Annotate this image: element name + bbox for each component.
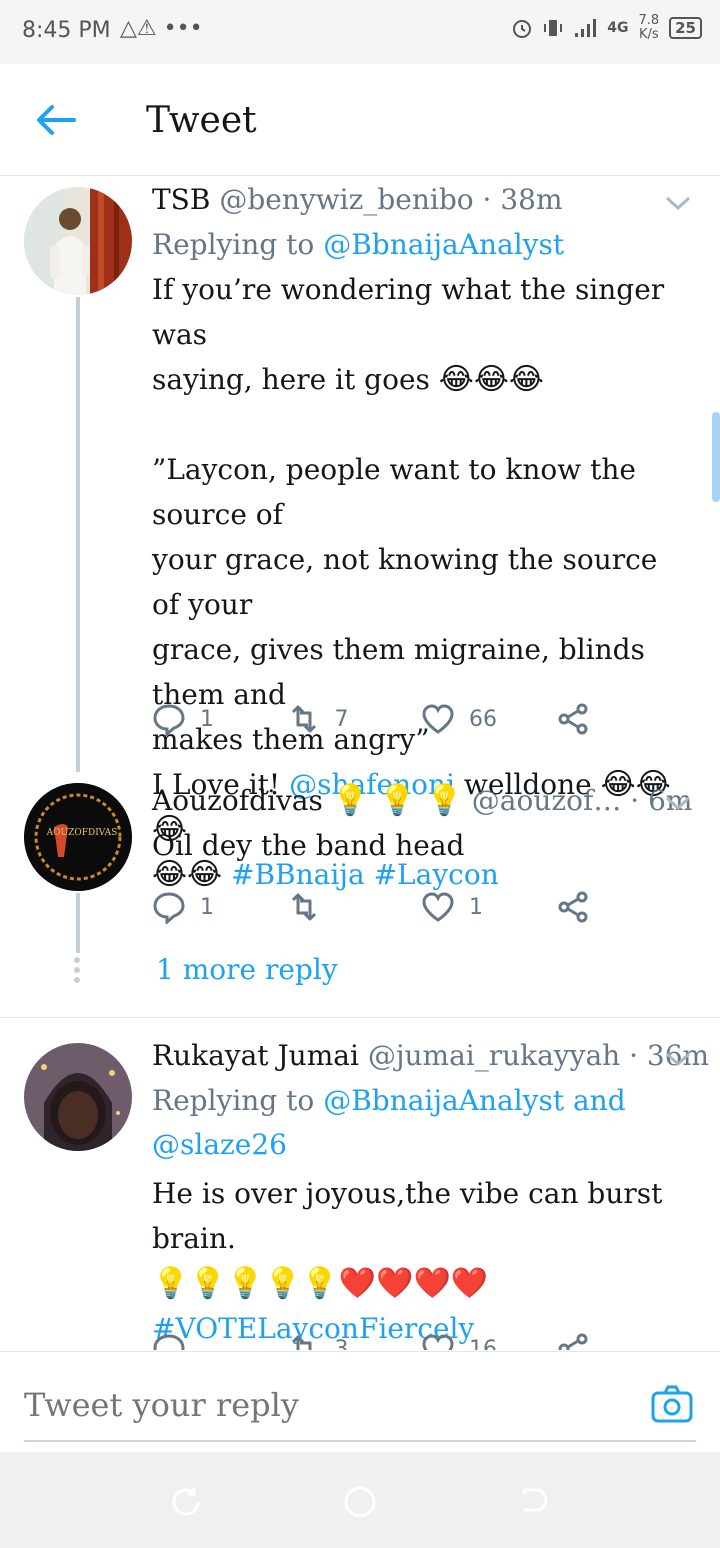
reply-count: 1 xyxy=(200,894,214,920)
retweet-button[interactable]: 7 xyxy=(287,699,422,739)
like-button[interactable]: 16 xyxy=(421,1329,556,1350)
more-replies-link[interactable]: 1 more reply xyxy=(156,953,338,986)
page-title: Tweet xyxy=(146,100,257,141)
chevron-down-icon[interactable] xyxy=(664,793,692,813)
chevron-down-icon[interactable] xyxy=(664,193,692,213)
tweet-header: TSB @benywiz_benibo · 38m xyxy=(152,183,690,223)
tweet-actions: 1 7 66 xyxy=(152,699,690,739)
tweet-header: Aouzofdivas 💡 💡 💡 @aouzof… · 6m xyxy=(152,783,692,823)
tweet-actions: 1 1 xyxy=(152,887,690,927)
mention-link[interactable]: @slaze26 xyxy=(152,1123,690,1167)
emoji-row: 💡💡💡💡💡❤️❤️❤️❤️ xyxy=(152,1266,489,1301)
share-icon xyxy=(558,1333,587,1350)
tweet-text: He is over joyous,the vibe can burst bra… xyxy=(152,1171,690,1350)
tweet-body: Rukayat Jumai @jumai_rukayyah · 36m Repl… xyxy=(152,1039,709,1350)
retweet-count: 7 xyxy=(334,706,349,732)
battery-indicator: 25 xyxy=(669,17,702,39)
avatar-logo-text: AOUZOFDIVAS xyxy=(46,828,118,838)
mention-link[interactable]: @BbnaijaAnalyst and xyxy=(323,1084,625,1117)
heart-icon xyxy=(422,892,454,922)
tweet-text: Oil dey the band head xyxy=(152,829,465,862)
tweet-feed[interactable]: TSB @benywiz_benibo · 38m Replying to @B… xyxy=(0,177,720,1350)
display-name[interactable]: Rukayat Jumai xyxy=(152,1039,359,1072)
recents-icon[interactable] xyxy=(168,1484,204,1520)
heart-icon xyxy=(422,704,454,734)
status-time: 8:45 PM xyxy=(22,18,111,43)
user-handle[interactable]: @jumai_rukayyah xyxy=(368,1039,620,1072)
tweet-header: Rukayat Jumai @jumai_rukayyah · 36m xyxy=(152,1039,709,1079)
retweet-icon xyxy=(291,893,316,921)
like-button[interactable]: 66 xyxy=(421,699,556,739)
signal-icon xyxy=(575,19,597,37)
like-count: 66 xyxy=(469,706,497,732)
retweet-count: 3 xyxy=(334,1336,349,1351)
reply-underline xyxy=(24,1440,696,1442)
reply-button[interactable]: 1 xyxy=(152,699,287,739)
back-arrow-icon[interactable] xyxy=(34,102,78,138)
system-nav-bar xyxy=(0,1452,720,1548)
camera-icon[interactable] xyxy=(650,1384,694,1424)
tweet-time: · 38m xyxy=(482,183,563,216)
more-dots xyxy=(74,957,82,987)
vibrate-icon xyxy=(544,20,563,36)
avatar[interactable] xyxy=(24,187,132,295)
share-button[interactable] xyxy=(556,1329,691,1350)
share-button[interactable] xyxy=(556,699,691,739)
reply-icon xyxy=(153,704,185,736)
reply-count: 1 xyxy=(200,706,214,732)
divider xyxy=(0,1017,720,1018)
reply-bar xyxy=(0,1351,720,1451)
heart-icon xyxy=(422,1334,454,1350)
alarm-icon xyxy=(513,20,532,38)
replying-to: Replying to @BbnaijaAnalyst and @slaze26 xyxy=(152,1079,690,1167)
scrollbar-thumb[interactable] xyxy=(712,412,720,502)
share-icon xyxy=(558,703,587,735)
avatar[interactable] xyxy=(24,1043,132,1151)
user-handle[interactable]: @benywiz_benibo xyxy=(219,183,473,216)
retweet-icon xyxy=(291,705,316,733)
share-icon xyxy=(558,891,587,923)
retweet-button[interactable]: 3 xyxy=(287,1329,422,1350)
thread-line xyxy=(76,297,80,772)
avatar[interactable]: AOUZOFDIVAS xyxy=(24,783,132,891)
like-button[interactable]: 1 xyxy=(421,887,556,927)
chevron-down-icon[interactable] xyxy=(664,1049,692,1069)
share-button[interactable] xyxy=(556,887,691,927)
network-speed: 7.8 K/s xyxy=(638,13,660,42)
like-count: 1 xyxy=(469,894,483,920)
network-type: 4G xyxy=(607,20,629,36)
status-bar: 8:45 PM △⚠ ••• 4G 7.8 K/s 25 xyxy=(0,0,720,64)
back-icon[interactable] xyxy=(516,1484,552,1520)
like-count: 16 xyxy=(469,1336,497,1351)
lightbulb-emoji: 💡 💡 💡 xyxy=(331,783,463,818)
tweet-body: Aouzofdivas 💡 💡 💡 @aouzof… · 6m Oil dey … xyxy=(152,783,692,868)
home-icon[interactable] xyxy=(342,1484,378,1520)
reply-button[interactable]: 1 xyxy=(152,887,287,927)
reply-button[interactable] xyxy=(152,1329,287,1350)
display-name[interactable]: TSB xyxy=(152,183,210,216)
thread-line xyxy=(76,893,80,953)
reply-icon xyxy=(153,1334,185,1350)
reply-input[interactable] xyxy=(24,1380,624,1430)
retweet-button[interactable] xyxy=(287,887,422,927)
display-name[interactable]: Aouzofdivas xyxy=(152,784,323,817)
retweet-icon xyxy=(291,1335,311,1350)
laughing-emoji: 😂😂😂 xyxy=(438,362,544,397)
tweet-actions: 3 16 xyxy=(152,1329,690,1350)
notification-icons: △⚠ ••• xyxy=(120,16,203,41)
user-handle[interactable]: @aouzof… xyxy=(472,784,622,817)
replying-to: Replying to @BbnaijaAnalyst xyxy=(152,228,565,261)
status-right-icons: 4G 7.8 K/s 25 xyxy=(511,14,702,42)
reply-icon xyxy=(153,892,185,924)
mention-link[interactable]: @BbnaijaAnalyst xyxy=(323,228,564,261)
app-bar: Tweet xyxy=(0,64,720,176)
